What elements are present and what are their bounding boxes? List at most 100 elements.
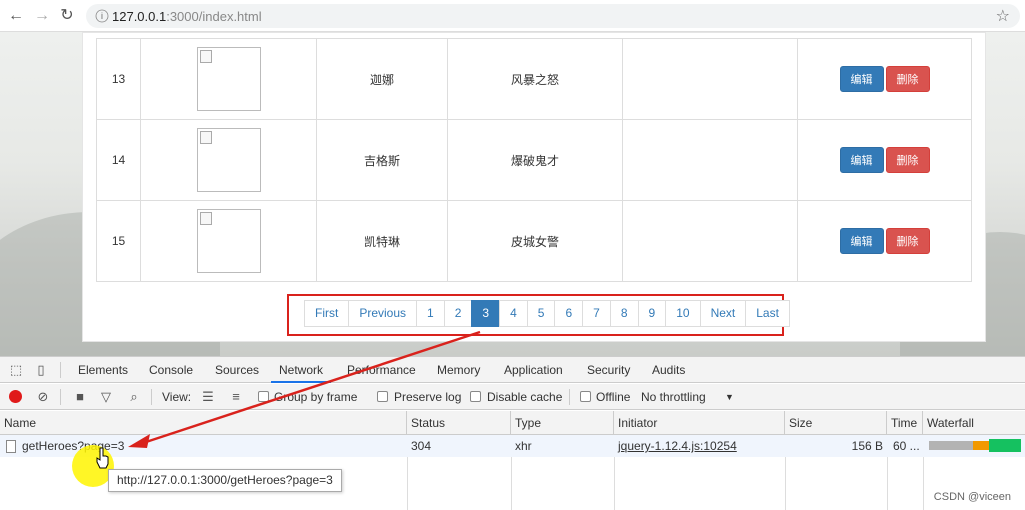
bookmark-star-icon[interactable]: ☆ bbox=[996, 6, 1010, 26]
waterfall-wait-bar bbox=[973, 441, 989, 450]
table-row: 13 迦娜 风暴之怒 编辑 删除 bbox=[96, 38, 972, 120]
hero-skill: 皮城女警 bbox=[447, 200, 623, 282]
url-host: 127.0.0.1 bbox=[112, 9, 167, 24]
table-row: 14 吉格斯 爆破鬼才 编辑 删除 bbox=[96, 119, 972, 201]
page-link[interactable]: 10 bbox=[665, 300, 701, 327]
page-link[interactable]: 5 bbox=[526, 300, 556, 327]
hero-id: 14 bbox=[96, 119, 141, 201]
page-link[interactable]: 8 bbox=[609, 300, 639, 327]
offline-checkbox[interactable] bbox=[580, 391, 591, 402]
hero-id: 13 bbox=[96, 38, 141, 120]
view-label: View: bbox=[162, 390, 192, 404]
page-link[interactable]: 4 bbox=[499, 300, 528, 327]
tab-sources[interactable]: Sources bbox=[207, 357, 267, 383]
empty-cell bbox=[622, 200, 798, 282]
waterfall-view-icon[interactable]: ≡ bbox=[228, 389, 244, 405]
request-initiator-link[interactable]: jquery-1.12.4.js:10254 bbox=[614, 435, 785, 457]
network-table-header: Name Status Type Initiator Size Time Wat… bbox=[0, 411, 1025, 435]
edit-button[interactable]: 编辑 bbox=[839, 66, 884, 92]
device-toggle-icon[interactable]: ▯ bbox=[33, 362, 49, 378]
page-link[interactable]: 7 bbox=[582, 300, 611, 327]
hero-table: 13 迦娜 风暴之怒 编辑 删除 14 吉格斯 爆破鬼才 编辑删除 15 凯特琳… bbox=[96, 38, 972, 282]
tab-performance[interactable]: Performance bbox=[339, 357, 424, 383]
throttling-select[interactable]: No throttling bbox=[641, 390, 706, 404]
actions-cell: 编辑 删除 bbox=[797, 200, 972, 282]
pagination: First Previous 1 2 3 4 5 6 7 8 9 10 Next… bbox=[304, 300, 790, 327]
waterfall-queue-bar bbox=[929, 441, 973, 450]
hero-name: 吉格斯 bbox=[316, 119, 448, 201]
column-waterfall[interactable]: Waterfall bbox=[923, 411, 1025, 435]
reload-icon[interactable]: ↻ bbox=[58, 7, 76, 25]
delete-button[interactable]: 删除 bbox=[885, 228, 930, 254]
page-link[interactable]: 2 bbox=[443, 300, 473, 327]
column-time[interactable]: Time bbox=[887, 411, 923, 435]
broken-image-icon bbox=[196, 47, 261, 111]
offline-label: Offline bbox=[596, 390, 631, 404]
tab-application[interactable]: Application bbox=[496, 357, 571, 383]
column-divider bbox=[511, 457, 512, 510]
column-initiator[interactable]: Initiator bbox=[614, 411, 785, 435]
group-by-frame-checkbox[interactable] bbox=[258, 391, 269, 402]
page-previous[interactable]: Previous bbox=[348, 300, 418, 327]
edit-button[interactable]: 编辑 bbox=[839, 147, 884, 173]
page-link-active[interactable]: 3 bbox=[471, 300, 501, 327]
hero-skill: 爆破鬼才 bbox=[447, 119, 623, 201]
column-status[interactable]: Status bbox=[407, 411, 511, 435]
filter-icon[interactable]: ▽ bbox=[98, 389, 114, 405]
document-icon bbox=[6, 440, 16, 453]
network-toolbar: ⊘ ■ ▽ ⌕ View: ☰ ≡ Group by frame Preserv… bbox=[0, 384, 1025, 410]
delete-button[interactable]: 删除 bbox=[885, 147, 930, 173]
url-tooltip: http://127.0.0.1:3000/getHeroes?page=3 bbox=[108, 469, 342, 492]
url-text: 127.0.0.1:3000/index.html bbox=[112, 9, 262, 24]
back-icon[interactable]: ← bbox=[7, 7, 25, 25]
hero-name: 凯特琳 bbox=[316, 200, 448, 282]
browser-toolbar: ← → ↻ i 127.0.0.1:3000/index.html ☆ bbox=[0, 0, 1025, 32]
request-type: xhr bbox=[515, 439, 532, 453]
column-type[interactable]: Type bbox=[511, 411, 614, 435]
table-row[interactable]: getHeroes?page=3 304 xhr jquery-1.12.4.j… bbox=[0, 435, 1025, 457]
page-next[interactable]: Next bbox=[699, 300, 747, 327]
request-status: 304 bbox=[411, 439, 432, 453]
address-bar[interactable]: i 127.0.0.1:3000/index.html ☆ bbox=[86, 4, 1020, 28]
request-time: 60 ... bbox=[893, 439, 920, 453]
page-viewport: 13 迦娜 风暴之怒 编辑 删除 14 吉格斯 爆破鬼才 编辑删除 15 凯特琳… bbox=[0, 32, 1025, 356]
screenshot-camera-icon[interactable]: ■ bbox=[72, 389, 88, 405]
page-last[interactable]: Last bbox=[745, 300, 790, 327]
column-size[interactable]: Size bbox=[785, 411, 887, 435]
edit-button[interactable]: 编辑 bbox=[839, 228, 884, 254]
tab-memory[interactable]: Memory bbox=[429, 357, 488, 383]
table-row: 15 凯特琳 皮城女警 编辑 删除 bbox=[96, 200, 972, 282]
hero-avatar-cell bbox=[140, 119, 317, 201]
actions-cell: 编辑 删除 bbox=[797, 119, 972, 201]
divider bbox=[151, 389, 152, 405]
page-link[interactable]: 1 bbox=[416, 300, 445, 327]
divider bbox=[60, 362, 61, 378]
large-rows-icon[interactable]: ☰ bbox=[200, 389, 216, 405]
info-icon[interactable]: i bbox=[95, 9, 109, 23]
group-by-frame-label: Group by frame bbox=[274, 390, 358, 404]
hero-avatar-cell bbox=[140, 200, 317, 282]
delete-button[interactable]: 删除 bbox=[885, 66, 930, 92]
actions-cell: 编辑 删除 bbox=[797, 38, 972, 120]
tab-console[interactable]: Console bbox=[141, 357, 201, 383]
tab-security[interactable]: Security bbox=[579, 357, 638, 383]
page-first[interactable]: First bbox=[304, 300, 350, 327]
inspect-element-icon[interactable]: ⬚ bbox=[8, 362, 24, 378]
empty-cell bbox=[622, 119, 798, 201]
page-link[interactable]: 9 bbox=[637, 300, 667, 327]
empty-cell bbox=[622, 38, 798, 120]
disable-cache-checkbox[interactable] bbox=[470, 391, 481, 402]
tab-elements[interactable]: Elements bbox=[70, 357, 136, 383]
dropdown-arrow-icon[interactable]: ▼ bbox=[725, 392, 734, 402]
record-icon[interactable] bbox=[9, 390, 22, 403]
column-name[interactable]: Name bbox=[0, 411, 407, 435]
forward-icon[interactable]: → bbox=[33, 7, 51, 25]
search-icon[interactable]: ⌕ bbox=[126, 389, 142, 405]
clear-icon[interactable]: ⊘ bbox=[35, 389, 51, 405]
preserve-log-checkbox[interactable] bbox=[377, 391, 388, 402]
column-divider bbox=[785, 457, 786, 510]
tab-audits[interactable]: Audits bbox=[644, 357, 693, 383]
column-divider bbox=[887, 457, 888, 510]
tab-network[interactable]: Network bbox=[271, 357, 332, 383]
page-link[interactable]: 6 bbox=[554, 300, 584, 327]
